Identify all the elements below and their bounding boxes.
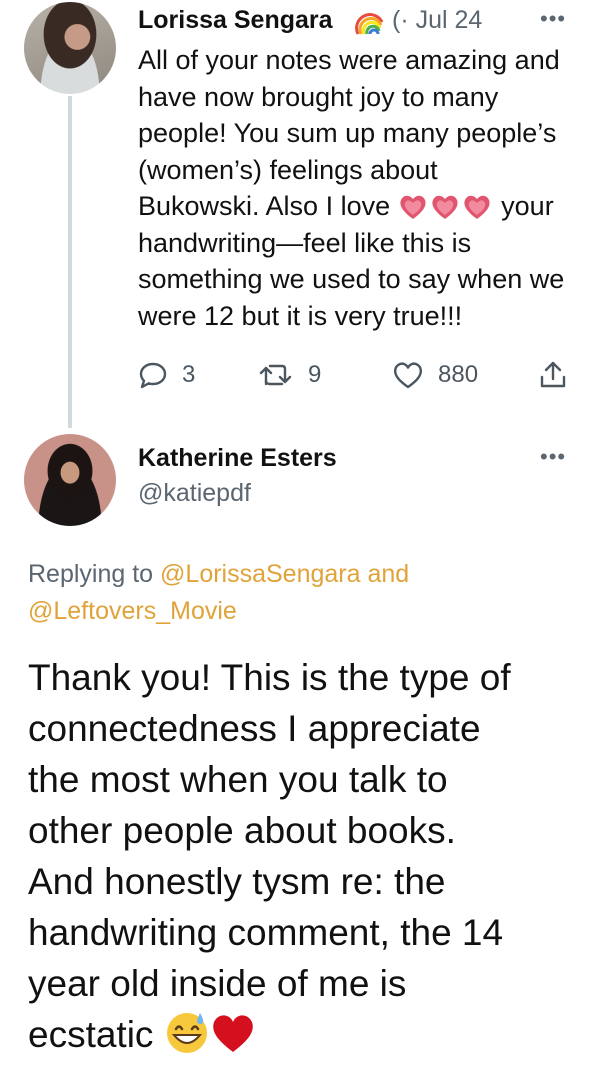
avatar-katherine[interactable] <box>24 434 116 526</box>
tweet-text-line-with-hearts: Bukowski. Also I love your <box>138 188 583 225</box>
grinning-sweat-emoji-icon <box>166 1013 207 1053</box>
retweet-count: 9 <box>308 361 322 388</box>
author-name[interactable]: Lorissa Sengara <box>138 6 333 35</box>
tweet-text-line: people! You sum up many people’s <box>138 118 557 148</box>
avatar-lorissa[interactable] <box>24 2 116 94</box>
mention-link[interactable]: @Leftovers_Movie <box>28 597 237 625</box>
tweet-text-line: And honestly tysm re: the <box>28 861 446 902</box>
rainbow-icon <box>355 13 384 35</box>
tweet-text-segment: Bukowski. Also I love <box>138 191 391 221</box>
tweet-text-segment: your <box>501 191 554 221</box>
tweet-text-line: handwriting—feel like this is <box>138 227 472 258</box>
tweet-text-line-with-emoji: ecstatic <box>28 1009 588 1060</box>
tweet-text-line: (women’s) feelings about <box>138 154 438 185</box>
tweet-body: All of your notes were amazing and have … <box>138 42 583 334</box>
replying-prefix: Replying to <box>28 560 161 588</box>
reply-button[interactable]: 3 <box>138 356 195 394</box>
tweet-text-line: other people about books. <box>28 810 456 851</box>
share-button[interactable] <box>538 356 568 394</box>
replying-and: and <box>360 560 410 588</box>
tweet-text-line: something we used to say when we <box>138 264 565 294</box>
retweet-button[interactable]: 9 <box>258 356 321 394</box>
tweet-text-line: have now brought joy to many <box>138 81 499 112</box>
retweet-icon <box>259 364 292 386</box>
like-button[interactable]: 880 <box>392 356 478 394</box>
like-heart-icon <box>394 362 422 389</box>
heart-emoji-icon <box>400 195 426 219</box>
more-options-icon[interactable]: ••• <box>540 6 566 32</box>
replying-to: Replying to @LorissaSengara and @Leftove… <box>28 556 588 630</box>
author-name[interactable]: Katherine Esters <box>138 444 337 473</box>
tweet-text-line: connectedness I appreciate <box>28 708 481 749</box>
tweet-text-line: year old inside of me is <box>28 963 407 1004</box>
tweet-text-line: Thank you! This is the type of <box>28 657 511 698</box>
like-count: 880 <box>438 361 479 388</box>
tweet-body: Thank you! This is the type of connected… <box>28 652 588 1060</box>
reply-count: 3 <box>182 361 196 388</box>
heart-emoji-icon <box>464 195 490 219</box>
tweet-text-line: All of your notes were amazing and <box>138 45 560 75</box>
share-icon <box>540 361 566 388</box>
red-heart-emoji-icon <box>212 1015 253 1052</box>
tweet-date[interactable]: (· Jul 24 <box>392 6 482 35</box>
reply-icon <box>139 362 167 389</box>
heart-emoji-icon <box>432 195 458 219</box>
tweet-text-line: were 12 but it is very true!!! <box>138 300 463 331</box>
tweet-text-line: handwriting comment, the 14 <box>28 912 504 953</box>
mention-link[interactable]: @LorissaSengara <box>160 560 361 588</box>
tweet-text-line: the most when you talk to <box>28 759 448 800</box>
more-options-icon[interactable]: ••• <box>540 444 566 470</box>
thread-connector-line <box>68 96 72 428</box>
tweet-text-segment: ecstatic <box>28 1014 154 1055</box>
author-handle[interactable]: @katiepdf <box>138 479 251 508</box>
